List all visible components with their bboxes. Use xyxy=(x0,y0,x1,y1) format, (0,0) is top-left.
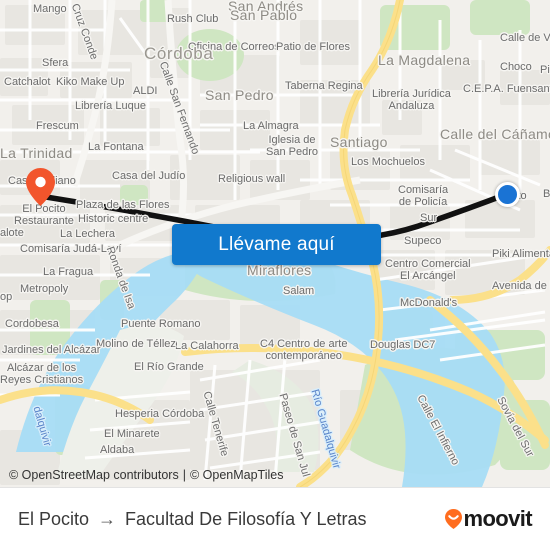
destination-dot[interactable] xyxy=(495,182,520,207)
moovit-wordmark: moovit xyxy=(463,506,532,531)
attribution-separator: | xyxy=(182,467,186,482)
moovit-pin-icon xyxy=(445,509,463,529)
osm-attribution-link[interactable]: © OpenStreetMap contributors xyxy=(9,468,179,482)
route-origin-label: El Pocito xyxy=(18,508,90,529)
openmaptiles-attribution-link[interactable]: © OpenMapTiles xyxy=(190,468,284,482)
origin-pin[interactable] xyxy=(26,168,55,206)
map-attribution: © OpenStreetMap contributors | © OpenMap… xyxy=(0,462,550,487)
route-title: El Pocito → Facultad De Filosofía Y Letr… xyxy=(18,509,367,530)
moovit-map-screen: Mango Rush Club San Andrés Cruz Conde San Pa… xyxy=(0,0,550,550)
take-me-here-label: Llévame aquí xyxy=(218,233,335,255)
map-canvas[interactable]: Mango Rush Club San Andrés Cruz Conde San Pa… xyxy=(0,0,550,487)
route-destination-label: Facultad De Filosofía Y Letras xyxy=(125,508,367,529)
moovit-logo[interactable]: moovit xyxy=(445,506,533,532)
take-me-here-button[interactable]: Llévame aquí xyxy=(172,224,381,265)
footer-bar: El Pocito → Facultad De Filosofía Y Letr… xyxy=(0,487,550,550)
arrow-icon: → xyxy=(98,509,117,529)
